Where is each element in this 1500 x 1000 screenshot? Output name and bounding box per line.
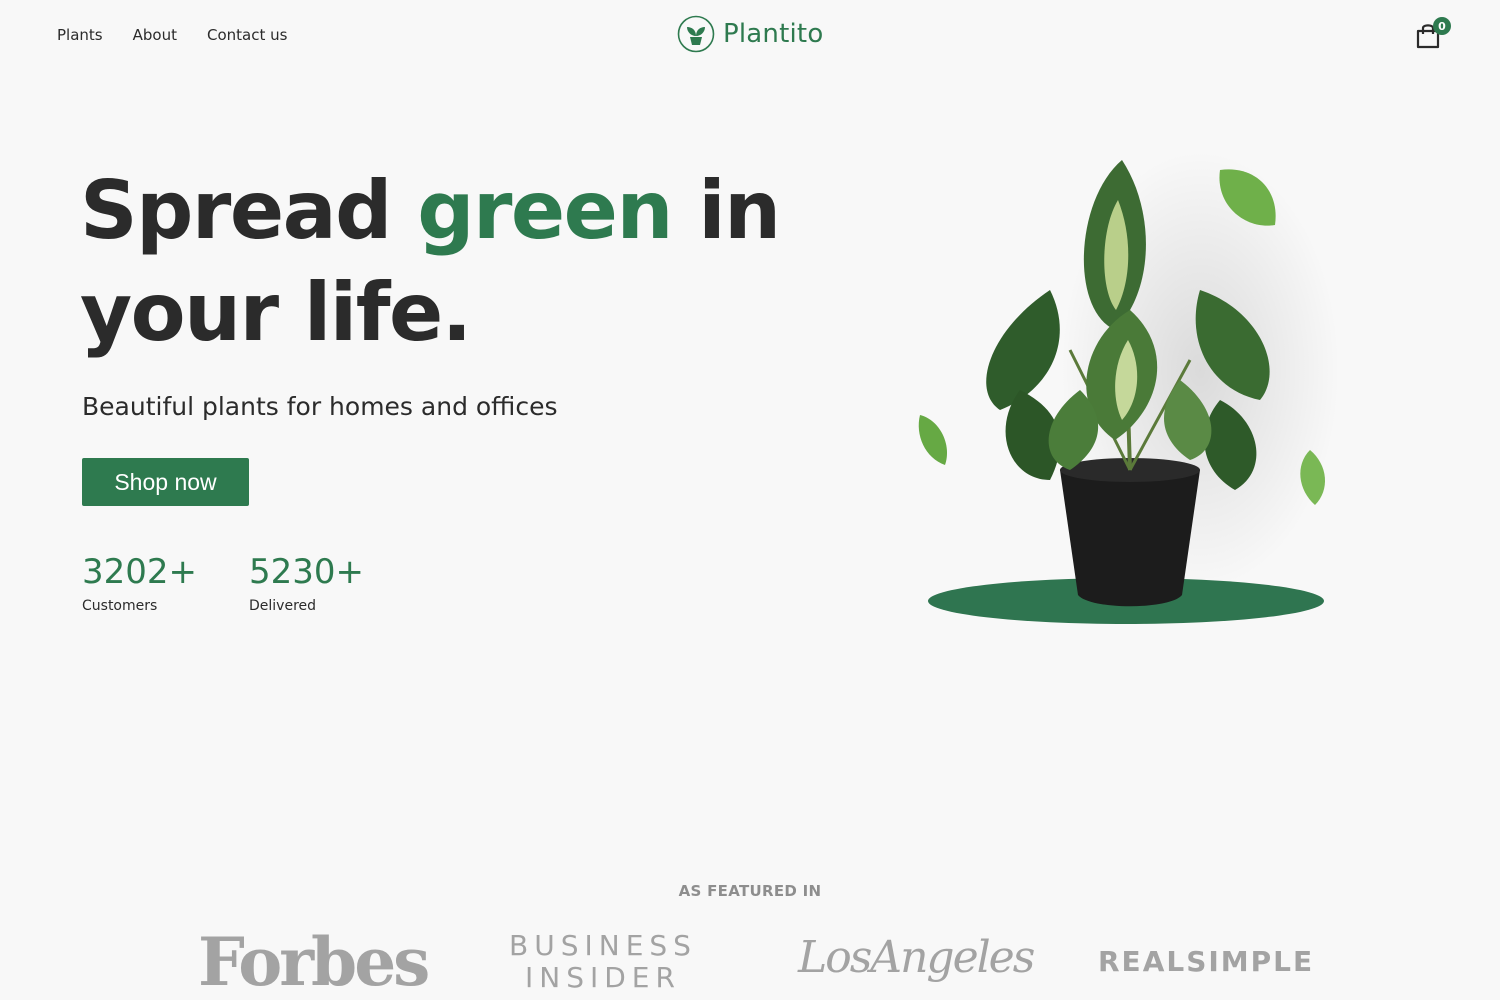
- shop-now-button[interactable]: Shop now: [82, 458, 249, 506]
- press-logo-real-simple: REALSIMPLE: [1098, 945, 1315, 978]
- stat-value: 5230+: [249, 552, 365, 592]
- hero-title-accent: green: [417, 164, 673, 257]
- press-logo-forbes: Forbes: [198, 923, 430, 1000]
- stat-value: 3202+: [82, 552, 198, 592]
- potted-plant-image: [918, 150, 1340, 624]
- stat-delivered: 5230+ Delivered: [249, 550, 364, 614]
- featured-heading: AS FEATURED IN: [678, 882, 822, 900]
- nav-link-about[interactable]: About: [133, 24, 177, 46]
- hero-title-part1: Spread: [80, 164, 418, 257]
- stat-label: Customers: [82, 598, 158, 614]
- cart-button[interactable]: 0: [1414, 17, 1454, 49]
- cart-count-badge: 0: [1433, 17, 1451, 35]
- press-logo-los-angeles: LosAngeles: [798, 932, 1035, 983]
- hero-subtitle: Beautiful plants for homes and offices: [82, 392, 558, 421]
- nav-link-plants[interactable]: Plants: [57, 24, 103, 46]
- main-nav: Plants About Contact us: [57, 24, 317, 46]
- brand-logo[interactable]: Plantito: [677, 15, 823, 53]
- press-logo-business-insider: BUSINESS INSIDER: [509, 929, 697, 994]
- nav-link-contact[interactable]: Contact us: [207, 24, 287, 46]
- stat-label: Delivered: [249, 598, 317, 614]
- brand-name: Plantito: [723, 19, 824, 49]
- hero-title: Spread green in your life.: [80, 160, 800, 364]
- stat-customers: 3202+ Customers: [82, 550, 197, 614]
- plant-logo-icon: [677, 15, 715, 53]
